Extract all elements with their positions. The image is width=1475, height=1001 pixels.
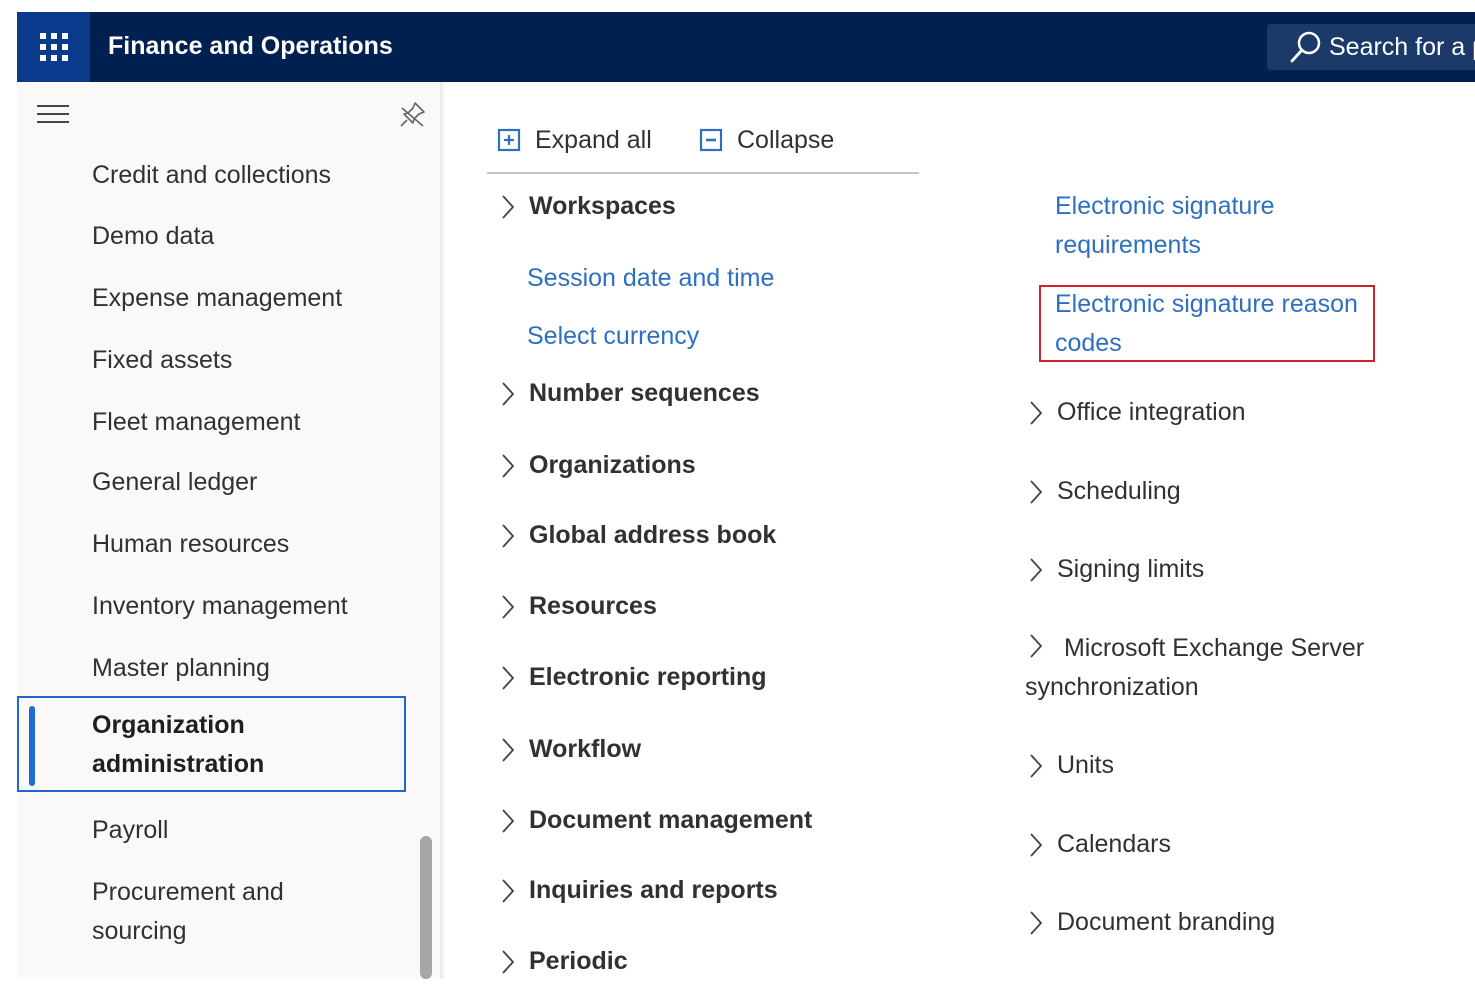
sidebar-item-payroll[interactable]: Payroll — [92, 811, 168, 850]
chevron-right-icon — [1030, 557, 1043, 582]
group-label: Workspaces — [529, 192, 676, 220]
app-launcher-button[interactable] — [17, 12, 90, 82]
group-document-management[interactable]: Document management — [501, 806, 812, 835]
expand-all-button[interactable]: Expand all — [497, 120, 652, 160]
chevron-right-icon — [502, 523, 515, 548]
toolbar-divider — [487, 172, 919, 174]
group-electronic-reporting[interactable]: Electronic reporting — [501, 663, 767, 692]
collapse-label: Collapse — [737, 125, 835, 154]
group-label: Scheduling — [1057, 477, 1181, 505]
group-scheduling[interactable]: Scheduling — [1029, 472, 1181, 511]
sidebar-item-label: Organization administration — [92, 711, 265, 778]
collapse-icon — [699, 128, 723, 152]
group-label: Inquiries and reports — [529, 876, 778, 904]
group-label: Resources — [529, 592, 657, 620]
group-organizations[interactable]: Organizations — [501, 451, 696, 480]
group-workspaces[interactable]: Workspaces — [501, 192, 676, 221]
chevron-right-icon — [502, 878, 515, 903]
sidebar-item-procurement-and-sourcing[interactable]: Procurement and sourcing — [92, 873, 322, 951]
waffle-icon — [39, 33, 68, 61]
sidebar-item-inventory-management[interactable]: Inventory management — [92, 587, 348, 626]
unpin-icon[interactable] — [399, 100, 427, 128]
group-label: Organizations — [529, 451, 696, 479]
sidebar-item-human-resources[interactable]: Human resources — [92, 525, 289, 564]
group-label: Document management — [529, 806, 813, 834]
sidebar-item-general-ledger[interactable]: General ledger — [92, 463, 257, 502]
link-session-date-and-time[interactable]: Session date and time — [527, 259, 774, 298]
sidebar-item-organization-administration[interactable]: Organization administration — [17, 696, 406, 792]
hamburger-menu-icon[interactable] — [37, 104, 69, 124]
chevron-right-icon — [502, 381, 515, 406]
group-label: Document branding — [1057, 908, 1276, 936]
group-label: Office integration — [1057, 398, 1246, 426]
group-global-address-book[interactable]: Global address book — [501, 521, 776, 550]
sidebar-item-master-planning[interactable]: Master planning — [92, 649, 270, 688]
link-select-currency[interactable]: Select currency — [527, 317, 699, 356]
app-title[interactable]: Finance and Operations — [108, 12, 393, 82]
chevron-right-icon — [502, 949, 515, 974]
sidebar-scrollbar[interactable] — [420, 836, 432, 979]
chevron-right-icon — [502, 737, 515, 762]
group-resources[interactable]: Resources — [501, 592, 657, 621]
group-periodic[interactable]: Periodic — [501, 947, 628, 976]
pane-divider — [440, 82, 446, 979]
top-bar: Finance and Operations Search for a p — [17, 12, 1475, 82]
chevron-right-icon — [502, 194, 515, 219]
group-signing-limits[interactable]: Signing limits — [1029, 550, 1204, 589]
search-placeholder: Search for a p — [1329, 32, 1475, 61]
expand-all-label: Expand all — [535, 125, 652, 154]
sidebar-item-credit-and-collections[interactable]: Credit and collections — [92, 156, 331, 195]
link-electronic-signature-requirements[interactable]: Electronic signature requirements — [1055, 187, 1315, 265]
search-box[interactable]: Search for a p — [1267, 24, 1475, 70]
link-electronic-signature-reason-codes[interactable]: Electronic signature reason codes — [1055, 285, 1370, 363]
group-microsoft-exchange-server-synchronization[interactable]: Microsoft Exchange Server synchronizatio… — [1025, 629, 1385, 707]
group-label: Workflow — [529, 735, 642, 763]
group-inquiries-and-reports[interactable]: Inquiries and reports — [501, 876, 778, 905]
chevron-right-icon — [1030, 832, 1043, 857]
group-office-integration[interactable]: Office integration — [1029, 393, 1246, 432]
group-number-sequences[interactable]: Number sequences — [501, 379, 760, 408]
chevron-right-icon — [502, 453, 515, 478]
group-label: Units — [1057, 751, 1114, 779]
group-label: Periodic — [529, 947, 628, 975]
navigation-pane: Credit and collections Demo data Expense… — [17, 82, 440, 979]
group-label: Electronic reporting — [529, 663, 767, 691]
chevron-right-icon — [502, 808, 515, 833]
chevron-right-icon — [1030, 479, 1043, 504]
group-label: Calendars — [1057, 830, 1171, 858]
group-label: Global address book — [529, 521, 777, 549]
group-units[interactable]: Units — [1029, 746, 1114, 785]
sidebar-item-fleet-management[interactable]: Fleet management — [92, 403, 300, 442]
search-icon — [1290, 31, 1321, 63]
expand-icon — [497, 128, 521, 152]
group-label: Signing limits — [1057, 555, 1205, 583]
chevron-right-icon — [1030, 753, 1043, 778]
collapse-button[interactable]: Collapse — [699, 120, 834, 160]
group-label: Number sequences — [529, 379, 760, 407]
group-workflow[interactable]: Workflow — [501, 735, 641, 764]
group-document-branding[interactable]: Document branding — [1029, 903, 1275, 942]
chevron-right-icon — [1030, 400, 1043, 425]
sidebar-item-demo-data[interactable]: Demo data — [92, 217, 214, 256]
chevron-right-icon — [1030, 910, 1043, 935]
sidebar-item-fixed-assets[interactable]: Fixed assets — [92, 341, 232, 380]
group-calendars[interactable]: Calendars — [1029, 825, 1171, 864]
chevron-right-icon — [1030, 634, 1043, 658]
chevron-right-icon — [502, 594, 515, 619]
chevron-right-icon — [502, 665, 515, 690]
group-label: Microsoft Exchange Server synchronizatio… — [1025, 634, 1365, 701]
selection-indicator — [29, 706, 35, 786]
sidebar-item-expense-management[interactable]: Expense management — [92, 279, 342, 318]
